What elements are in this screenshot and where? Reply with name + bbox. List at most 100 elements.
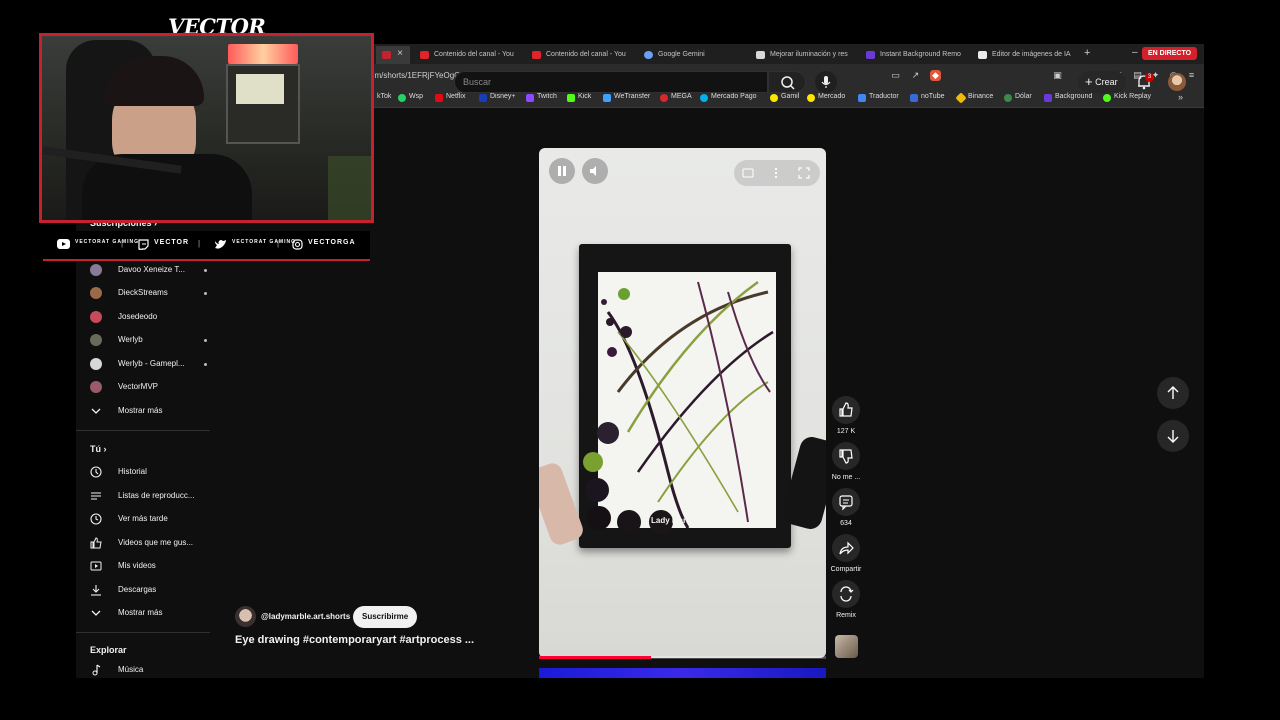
sidebar-item-liked-videos[interactable]: Videos que me gus...	[90, 533, 220, 553]
gemini-icon	[644, 51, 653, 59]
bookmark-item[interactable]: Disney+	[479, 93, 515, 102]
captions-icon[interactable]	[742, 167, 754, 179]
more-options-icon[interactable]	[770, 167, 782, 179]
sound-thumbnail[interactable]	[835, 635, 858, 658]
bookmark-item[interactable]: noTube	[910, 93, 944, 102]
you-section-heading[interactable]: Tú ›	[90, 444, 107, 454]
menu-icon[interactable]: ≡	[1186, 70, 1197, 81]
separator: |	[121, 239, 124, 248]
arcade-marquee	[228, 44, 298, 64]
pause-button[interactable]	[549, 158, 575, 184]
bookmark-label: Gamil	[781, 93, 800, 100]
sidebar-label: Mis videos	[118, 561, 156, 570]
editor-icon	[978, 51, 987, 59]
sidebar-divider	[76, 632, 210, 633]
mercado-pago-icon	[700, 94, 708, 102]
url-field[interactable]: om/shorts/1EFRjFYeOgQ	[370, 71, 460, 80]
live-indicator	[204, 339, 207, 342]
sidebar-item-watch-later[interactable]: Ver más tarde	[90, 509, 220, 529]
comments-button[interactable]	[832, 488, 860, 516]
bookmark-label: Background	[1055, 93, 1093, 100]
short-video-player[interactable]: Lady Marble Art	[539, 148, 826, 658]
bookmark-item[interactable]: WeTransfer	[603, 93, 650, 102]
browser-tab[interactable]: Google Gemini	[638, 46, 750, 64]
bookmark-label: Wsp	[409, 93, 423, 100]
site-icon	[756, 51, 765, 59]
short-title[interactable]: Eye drawing #contemporaryart #artprocess…	[235, 634, 474, 646]
tab-title: Instant Background Remo	[880, 51, 961, 58]
screenshot-icon[interactable]: ▣	[1052, 70, 1063, 81]
sidebar-item-downloads[interactable]: Descargas	[90, 580, 220, 600]
search-input[interactable]: Buscar	[454, 71, 768, 93]
remix-button[interactable]	[832, 580, 860, 608]
bookmark-item[interactable]: Wsp	[398, 93, 423, 102]
kick-icon	[1103, 94, 1111, 102]
volume-button[interactable]	[582, 158, 608, 184]
show-more-subscriptions[interactable]: Mostrar más	[90, 401, 220, 421]
sidebar-channel[interactable]: DieckStreams	[90, 283, 220, 303]
sidebar-item-history[interactable]: Historial	[90, 462, 220, 482]
browser-tab[interactable]: Contenido del canal - You	[414, 46, 526, 64]
fullscreen-icon[interactable]	[798, 167, 810, 179]
previous-short-button[interactable]	[1157, 377, 1189, 409]
sidebar-channel[interactable]: Josedeodo	[90, 307, 220, 327]
bookmark-item[interactable]: Mercado Pago	[700, 93, 757, 102]
sidebar-label: Ver más tarde	[118, 514, 168, 523]
browser-tab[interactable]: Contenido del canal - You	[526, 46, 638, 64]
pause-icon	[558, 166, 566, 176]
like-button[interactable]	[832, 396, 860, 424]
photoroom-icon	[1044, 94, 1052, 102]
cast-icon[interactable]: ▭	[890, 70, 901, 81]
channel-avatar[interactable]	[235, 606, 256, 627]
more-bookmarks-icon[interactable]: »	[1178, 92, 1183, 102]
share-icon[interactable]: ↗	[910, 70, 921, 81]
sidebar-item-music[interactable]: Música	[90, 660, 220, 680]
video-controls-group	[734, 160, 820, 186]
history-icon	[90, 466, 102, 478]
sidebar-item-my-videos[interactable]: Mis videos	[90, 556, 220, 576]
bookmark-item[interactable]: Mercado	[807, 93, 846, 102]
channel-avatar	[90, 381, 102, 393]
search-button[interactable]	[768, 71, 806, 93]
bookmark-item[interactable]: MEGA	[660, 93, 692, 102]
sidebar-channel[interactable]: Werlyb	[90, 330, 220, 350]
bookmark-item[interactable]: Gamil	[770, 93, 800, 102]
bookmark-item[interactable]: Kick Replay	[1103, 93, 1151, 102]
brave-shield-icon[interactable]: ◆	[930, 70, 941, 81]
paint-ball	[617, 510, 641, 534]
account-avatar[interactable]	[1168, 73, 1186, 91]
bookmark-item[interactable]: Background	[1044, 93, 1093, 102]
minimize-icon[interactable]: –	[1132, 47, 1138, 58]
bookmark-label: Mercado	[818, 93, 846, 100]
bookmark-item[interactable]: Dólar	[1004, 93, 1032, 102]
browser-tab[interactable]: Editor de imágenes de IA	[972, 46, 1084, 64]
sidebar-item-playlists[interactable]: Listas de reproducc...	[90, 486, 220, 506]
twitch-icon	[138, 239, 149, 250]
subscribe-button[interactable]: Suscribirme	[353, 606, 418, 628]
sidebar-channel[interactable]: Davoo Xeneize T...	[90, 260, 220, 280]
bookmark-label: Traductor	[869, 93, 899, 100]
channel-handle[interactable]: @ladymarble.art.shorts	[261, 612, 350, 621]
sidebar-label: Música	[118, 665, 144, 674]
next-short-button[interactable]	[1157, 420, 1189, 452]
bookmark-item[interactable]: Binance	[955, 92, 993, 104]
share-button[interactable]	[832, 534, 860, 562]
create-button[interactable]: + Crear	[1078, 71, 1126, 93]
close-icon[interactable]: ×	[394, 48, 406, 60]
remix-icon	[840, 586, 854, 602]
browser-tab[interactable]: Mejorar iluminación y res	[750, 46, 862, 64]
show-more-you[interactable]: Mostrar más	[90, 603, 220, 623]
bookmark-item[interactable]: Netflix	[435, 93, 465, 102]
live-badge: EN DIRECTO	[1142, 47, 1198, 60]
sidebar-channel[interactable]: VectorMVP	[90, 377, 220, 397]
notube-icon	[910, 94, 918, 102]
bookmark-item[interactable]: Traductor	[858, 93, 899, 102]
new-tab-button[interactable]: +	[1084, 47, 1090, 59]
sidebar-channel[interactable]: Werlyb - Gamepl...	[90, 354, 220, 374]
bookmark-item[interactable]: Twitch	[526, 93, 557, 102]
bookmark-item[interactable]: Kick	[567, 93, 591, 102]
channel-name: Josedeodo	[118, 312, 158, 321]
voice-search-button[interactable]	[815, 71, 837, 93]
browser-tab[interactable]: Instant Background Remo	[860, 46, 972, 64]
dislike-button[interactable]	[832, 442, 860, 470]
